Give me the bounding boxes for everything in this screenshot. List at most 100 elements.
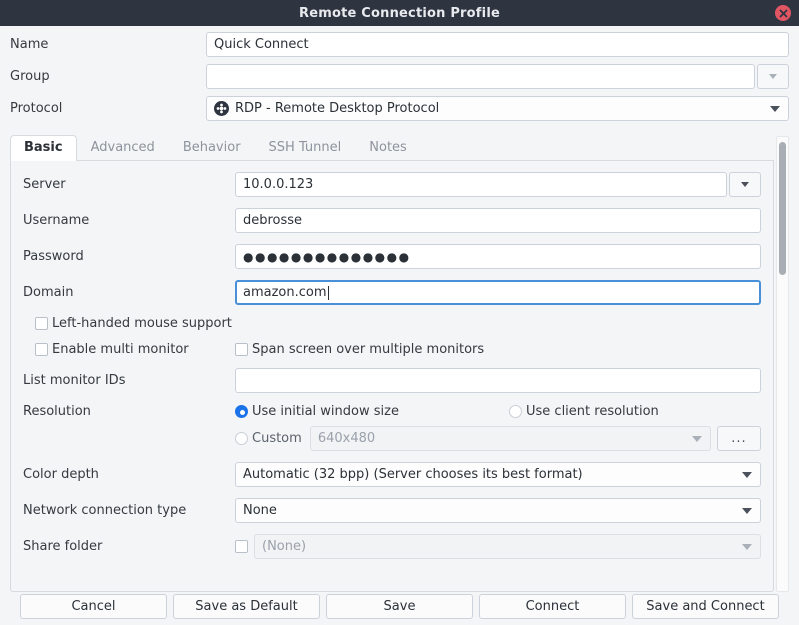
group-field-wrap xyxy=(206,64,789,89)
chevron-down-icon xyxy=(770,105,780,112)
text-caret xyxy=(327,285,329,300)
name-input[interactable]: Quick Connect xyxy=(206,32,789,57)
resolution-custom-radio[interactable]: Custom xyxy=(235,431,302,446)
group-label: Group xyxy=(10,69,50,84)
monitor-ids-label: List monitor IDs xyxy=(23,373,126,388)
span-screen-checkbox[interactable]: Span screen over multiple monitors xyxy=(235,342,484,357)
profile-header-form: Name Quick Connect Group Protocol RDP - … xyxy=(0,26,799,132)
color-depth-select[interactable]: Automatic (32 bpp) (Server chooses its b… xyxy=(235,462,761,487)
color-depth-label: Color depth xyxy=(23,467,99,482)
color-depth-row: Color depth Automatic (32 bpp) (Server c… xyxy=(23,462,761,487)
username-label: Username xyxy=(23,213,90,228)
resolution-initial-radio[interactable]: Use initial window size xyxy=(235,404,509,419)
left-handed-checkbox[interactable]: Left-handed mouse support xyxy=(35,316,232,331)
tab-behavior[interactable]: Behavior xyxy=(169,135,255,160)
resolution-client-radio[interactable]: Use client resolution xyxy=(509,404,659,419)
password-input[interactable]: ●●●●●●●●●●●●●● xyxy=(235,244,761,269)
chevron-down-icon xyxy=(742,471,752,478)
network-type-value: None xyxy=(243,503,277,518)
chevron-down-icon xyxy=(742,507,752,514)
domain-input[interactable]: amazon.com xyxy=(235,280,761,305)
radio-icon xyxy=(235,405,248,418)
chevron-down-icon xyxy=(692,435,702,442)
username-field-wrap: debrosse xyxy=(235,208,761,233)
rdp-protocol-icon xyxy=(214,101,229,116)
dialog-button-bar: Cancel Save as Default Save Connect Save… xyxy=(0,592,799,625)
password-label: Password xyxy=(23,249,84,264)
network-type-field-wrap: None xyxy=(235,498,761,523)
share-folder-wrap: (None) xyxy=(235,534,761,559)
chevron-down-icon xyxy=(769,74,777,79)
multi-monitor-label: Enable multi monitor xyxy=(52,342,189,357)
tab-notes[interactable]: Notes xyxy=(355,135,421,160)
protocol-select[interactable]: RDP - Remote Desktop Protocol xyxy=(206,96,789,121)
tab-ssh-tunnel[interactable]: SSH Tunnel xyxy=(255,135,356,160)
resolution-label: Resolution xyxy=(23,404,91,419)
server-label: Server xyxy=(23,177,66,192)
username-row: Username debrosse xyxy=(23,208,761,233)
save-as-default-button[interactable]: Save as Default xyxy=(173,594,320,619)
share-folder-label: Share folder xyxy=(23,539,103,554)
domain-row: Domain amazon.com xyxy=(23,280,761,305)
left-handed-row: Left-handed mouse support xyxy=(23,316,761,331)
network-type-row: Network connection type None xyxy=(23,498,761,523)
resolution-row: Resolution Use initial window size Use c… xyxy=(23,404,761,419)
multi-monitor-row: Enable multi monitor Span screen over mu… xyxy=(23,342,761,357)
share-folder-checkbox[interactable] xyxy=(235,540,248,553)
tab-advanced[interactable]: Advanced xyxy=(77,135,169,160)
protocol-field-wrap: RDP - Remote Desktop Protocol xyxy=(206,96,789,121)
left-handed-label: Left-handed mouse support xyxy=(52,316,232,331)
checkbox-icon xyxy=(35,317,48,330)
custom-resolution-browse-button[interactable]: ... xyxy=(717,426,761,451)
server-dropdown-button[interactable] xyxy=(729,172,761,197)
password-masked-value: ●●●●●●●●●●●●●● xyxy=(243,249,411,264)
custom-resolution-select[interactable]: 640x480 xyxy=(309,426,711,451)
multi-monitor-checkbox[interactable]: Enable multi monitor xyxy=(35,342,235,357)
resolution-custom-wrap: Custom 640x480 ... xyxy=(235,426,761,451)
password-row: Password ●●●●●●●●●●●●●● xyxy=(23,244,761,269)
window-title: Remote Connection Profile xyxy=(298,5,500,21)
protocol-label: Protocol xyxy=(10,101,63,116)
protocol-row: Protocol RDP - Remote Desktop Protocol xyxy=(10,96,789,121)
connect-button[interactable]: Connect xyxy=(479,594,626,619)
server-row: Server 10.0.0.123 xyxy=(23,172,761,197)
chevron-down-icon xyxy=(742,543,752,550)
group-input[interactable] xyxy=(206,64,755,89)
share-folder-row: Share folder (None) xyxy=(23,534,761,559)
checkbox-icon xyxy=(35,343,48,356)
titlebar: Remote Connection Profile xyxy=(0,0,799,26)
resolution-custom-row: Custom 640x480 ... xyxy=(23,426,761,451)
share-folder-value: (None) xyxy=(262,539,307,554)
close-icon[interactable] xyxy=(775,5,791,21)
network-type-label: Network connection type xyxy=(23,503,187,518)
basic-tab-content: Server 10.0.0.123 Username debrosse Pass… xyxy=(10,161,774,592)
tab-basic[interactable]: Basic xyxy=(10,135,77,161)
password-field-wrap: ●●●●●●●●●●●●●● xyxy=(235,244,761,269)
server-field-wrap: 10.0.0.123 xyxy=(235,172,761,197)
protocol-value: RDP - Remote Desktop Protocol xyxy=(235,101,440,116)
save-and-connect-button[interactable]: Save and Connect xyxy=(632,594,779,619)
resolution-initial-label: Use initial window size xyxy=(252,404,399,419)
server-input[interactable]: 10.0.0.123 xyxy=(235,172,727,197)
monitor-ids-input[interactable] xyxy=(235,368,761,393)
monitor-ids-row: List monitor IDs xyxy=(23,368,761,393)
resolution-client-label: Use client resolution xyxy=(526,404,659,419)
save-button[interactable]: Save xyxy=(326,594,473,619)
color-depth-field-wrap: Automatic (32 bpp) (Server chooses its b… xyxy=(235,462,761,487)
custom-resolution-value: 640x480 xyxy=(317,431,376,446)
domain-value: amazon.com xyxy=(243,285,327,300)
network-type-select[interactable]: None xyxy=(235,498,761,523)
monitor-ids-field-wrap xyxy=(235,368,761,393)
panel-scrollbar[interactable] xyxy=(776,136,789,592)
span-screen-label: Span screen over multiple monitors xyxy=(252,342,485,357)
cancel-button[interactable]: Cancel xyxy=(20,594,167,619)
settings-panel: Basic Advanced Behavior SSH Tunnel Notes… xyxy=(10,135,789,592)
group-dropdown-button[interactable] xyxy=(757,64,789,89)
resolution-options: Use initial window size Use client resol… xyxy=(235,404,761,419)
username-input[interactable]: debrosse xyxy=(235,208,761,233)
group-row: Group xyxy=(10,64,789,89)
remote-connection-profile-dialog: Remote Connection Profile Name Quick Con… xyxy=(0,0,799,625)
scrollbar-thumb[interactable] xyxy=(779,142,786,275)
tab-bar: Basic Advanced Behavior SSH Tunnel Notes xyxy=(10,135,774,161)
share-folder-select[interactable]: (None) xyxy=(254,534,761,559)
